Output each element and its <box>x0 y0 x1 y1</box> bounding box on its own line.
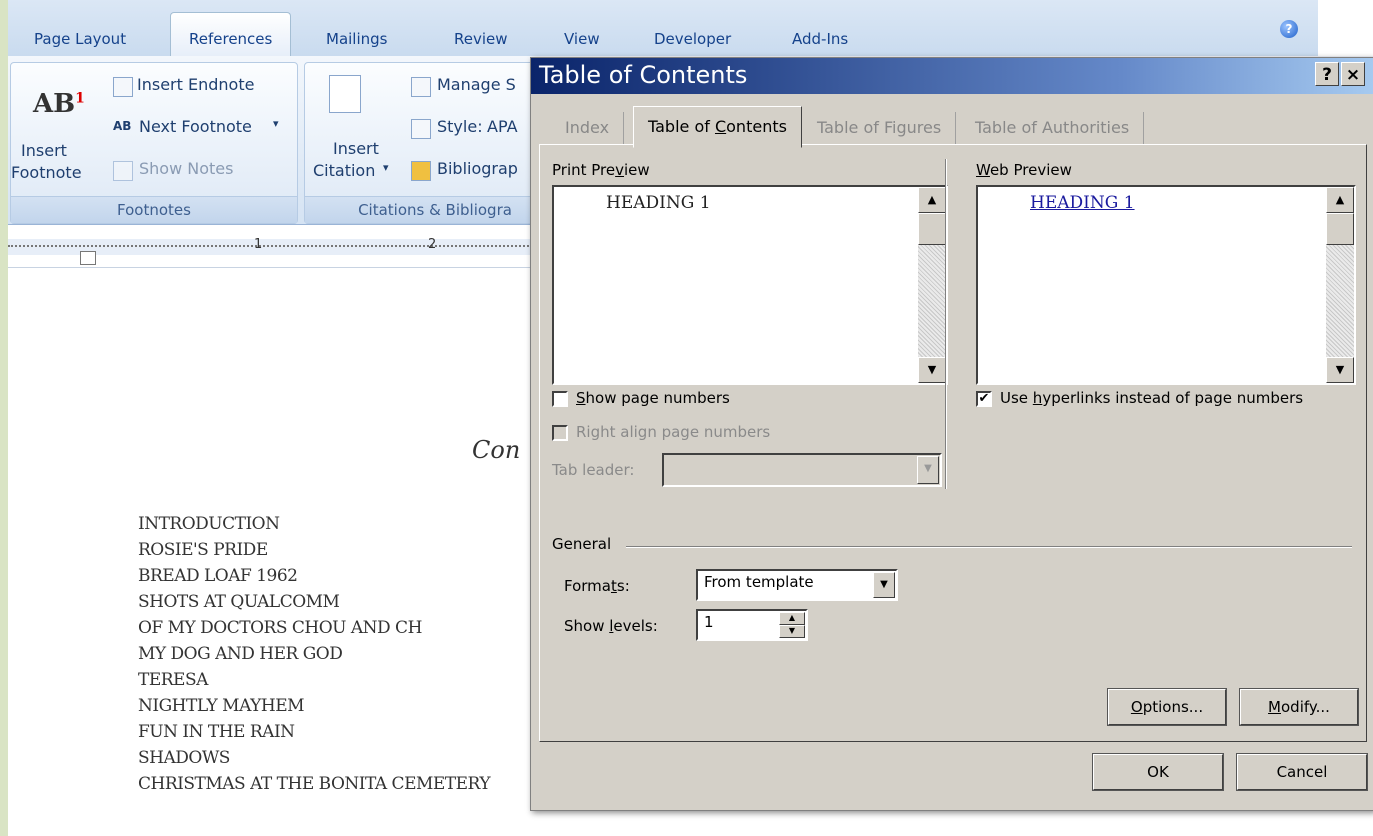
ruler-mark-2: 2 <box>428 237 437 252</box>
ok-button[interactable]: OK <box>1092 753 1224 791</box>
toc-line: INTRODUCTION <box>138 514 280 534</box>
indent-marker[interactable] <box>80 251 96 265</box>
tab-table-of-authorities[interactable]: Table of Authorities <box>961 112 1145 144</box>
table-of-contents-dialog: Table of Contents ? × Index Table of Con… <box>530 57 1373 811</box>
manage-sources-button[interactable]: Manage S <box>437 75 516 94</box>
print-preview-label: Print Preview <box>552 161 650 179</box>
cancel-button[interactable]: Cancel <box>1236 753 1368 791</box>
show-levels-spinner[interactable]: ▲ ▼ <box>779 612 805 638</box>
tab-mailings[interactable]: Mailings <box>308 22 405 56</box>
next-footnote-chevron-icon[interactable]: ▾ <box>273 117 279 130</box>
scroll-thumb[interactable] <box>1326 213 1354 245</box>
show-page-numbers-checkbox[interactable] <box>552 391 568 407</box>
ribbon-tab-bar: Page Layout References Mailings Review V… <box>8 0 1373 57</box>
scroll-down-icon[interactable]: ▼ <box>1326 357 1354 383</box>
style-icon <box>411 119 431 139</box>
tab-developer[interactable]: Developer <box>636 22 749 56</box>
show-page-numbers-label[interactable]: Show page numbers <box>576 389 730 407</box>
contents-heading: Con <box>472 436 521 464</box>
tab-add-ins[interactable]: Add-Ins <box>774 22 866 56</box>
show-levels-label: Show levels: <box>564 617 658 635</box>
right-align-checkbox <box>552 425 568 441</box>
scroll-up-icon[interactable]: ▲ <box>1326 187 1354 213</box>
footnotes-group: AB1 Insert Footnote Insert Endnote AB Ne… <box>10 62 298 224</box>
web-preview-scrollbar[interactable]: ▲ ▼ <box>1326 187 1354 383</box>
insert-footnote-label-2[interactable]: Footnote <box>11 163 82 182</box>
chevron-down-icon[interactable]: ▼ <box>873 572 895 598</box>
style-label: Style: <box>437 117 483 136</box>
preview-divider <box>945 159 947 489</box>
tab-view[interactable]: View <box>546 22 618 56</box>
toc-line: FUN IN THE RAIN <box>138 722 295 742</box>
use-hyperlinks-checkbox[interactable]: ✔ <box>976 391 992 407</box>
insert-footnote-icon[interactable]: AB1 <box>33 89 85 119</box>
insert-footnote-label-1[interactable]: Insert <box>15 141 73 160</box>
next-footnote-icon: AB <box>113 119 132 133</box>
tab-table-of-contents[interactable]: Table of Contents <box>633 106 802 148</box>
tab-references[interactable]: References <box>170 12 292 57</box>
toc-line: BREAD LOAF 1962 <box>138 566 298 586</box>
dialog-title: Table of Contents <box>539 61 748 89</box>
tab-index[interactable]: Index <box>551 112 625 144</box>
toc-line: NIGHTLY MAYHEM <box>138 696 305 716</box>
toc-line: TERESA <box>138 670 208 690</box>
modify-button[interactable]: Modify... <box>1239 688 1359 726</box>
web-preview-label: Web Preview <box>976 161 1072 179</box>
insert-citation-label-2[interactable]: Citation <box>313 161 375 180</box>
insert-citation-label-1[interactable]: Insert <box>333 139 379 158</box>
toc-line: ROSIE'S PRIDE <box>138 540 268 560</box>
toc-line: SHADOWS <box>138 748 230 768</box>
toc-panel: Print Preview HEADING 1 ▲ ▼ Web Preview … <box>539 144 1367 742</box>
dialog-titlebar[interactable]: Table of Contents ? × <box>531 58 1373 94</box>
insert-citation-chevron-icon[interactable]: ▾ <box>383 161 389 174</box>
next-footnote-button[interactable]: Next Footnote <box>139 117 252 136</box>
help-icon[interactable]: ? <box>1280 20 1298 38</box>
right-align-label: Right align page numbers <box>576 423 771 441</box>
tab-leader-select: ▼ <box>662 453 942 487</box>
spin-down-icon[interactable]: ▼ <box>779 625 805 638</box>
chevron-down-icon: ▼ <box>917 456 939 484</box>
scroll-down-icon[interactable]: ▼ <box>918 357 946 383</box>
insert-endnote-button[interactable]: Insert Endnote <box>137 75 254 94</box>
toc-line: MY DOG AND HER GOD <box>138 644 343 664</box>
show-notes-button[interactable]: Show Notes <box>139 159 233 178</box>
bibliography-button[interactable]: Bibliograp <box>437 159 518 178</box>
citations-group-label: Citations & Bibliogra <box>305 196 565 223</box>
tab-leader-label: Tab leader: <box>552 461 635 479</box>
show-levels-input[interactable]: 1 ▲ ▼ <box>696 609 808 641</box>
print-preview-box[interactable]: HEADING 1 ▲ ▼ <box>552 185 948 385</box>
formats-label: Formats: <box>564 577 630 595</box>
tab-table-of-figures[interactable]: Table of Figures <box>803 112 957 144</box>
footnotes-group-label: Footnotes <box>11 196 297 223</box>
insert-endnote-icon <box>113 77 133 97</box>
general-divider <box>626 546 1352 548</box>
dialog-help-button[interactable]: ? <box>1315 62 1339 86</box>
formats-select[interactable]: From template ▼ <box>696 569 898 601</box>
scroll-thumb[interactable] <box>918 213 946 245</box>
print-preview-scrollbar[interactable]: ▲ ▼ <box>918 187 946 383</box>
web-preview-box[interactable]: HEADING 1 ▲ ▼ <box>976 185 1356 385</box>
web-preview-heading[interactable]: HEADING 1 <box>1030 193 1135 213</box>
tab-page-layout[interactable]: Page Layout <box>16 22 144 56</box>
use-hyperlinks-label[interactable]: Use hyperlinks instead of page numbers <box>1000 389 1303 407</box>
citations-group: Insert Citation ▾ Manage S Style: APA Bi… <box>304 62 566 224</box>
style-select[interactable]: APA <box>487 117 518 136</box>
toc-line: OF MY DOCTORS CHOU AND CH <box>138 618 422 638</box>
ruler-mark-1: 1 <box>254 237 263 252</box>
print-preview-heading: HEADING 1 <box>606 193 711 213</box>
scroll-up-icon[interactable]: ▲ <box>918 187 946 213</box>
tab-review[interactable]: Review <box>436 22 526 56</box>
dialog-close-button[interactable]: × <box>1341 62 1365 86</box>
title-area <box>1318 0 1373 56</box>
options-button[interactable]: Options... <box>1107 688 1227 726</box>
general-label: General <box>552 535 612 553</box>
insert-citation-icon[interactable] <box>329 75 361 113</box>
bibliography-icon <box>411 161 431 181</box>
manage-sources-icon <box>411 77 431 97</box>
show-notes-icon <box>113 161 133 181</box>
spin-up-icon[interactable]: ▲ <box>779 612 805 625</box>
toc-line: CHRISTMAS AT THE BONITA CEMETERY <box>138 774 491 794</box>
toc-line: SHOTS AT QUALCOMM <box>138 592 340 612</box>
